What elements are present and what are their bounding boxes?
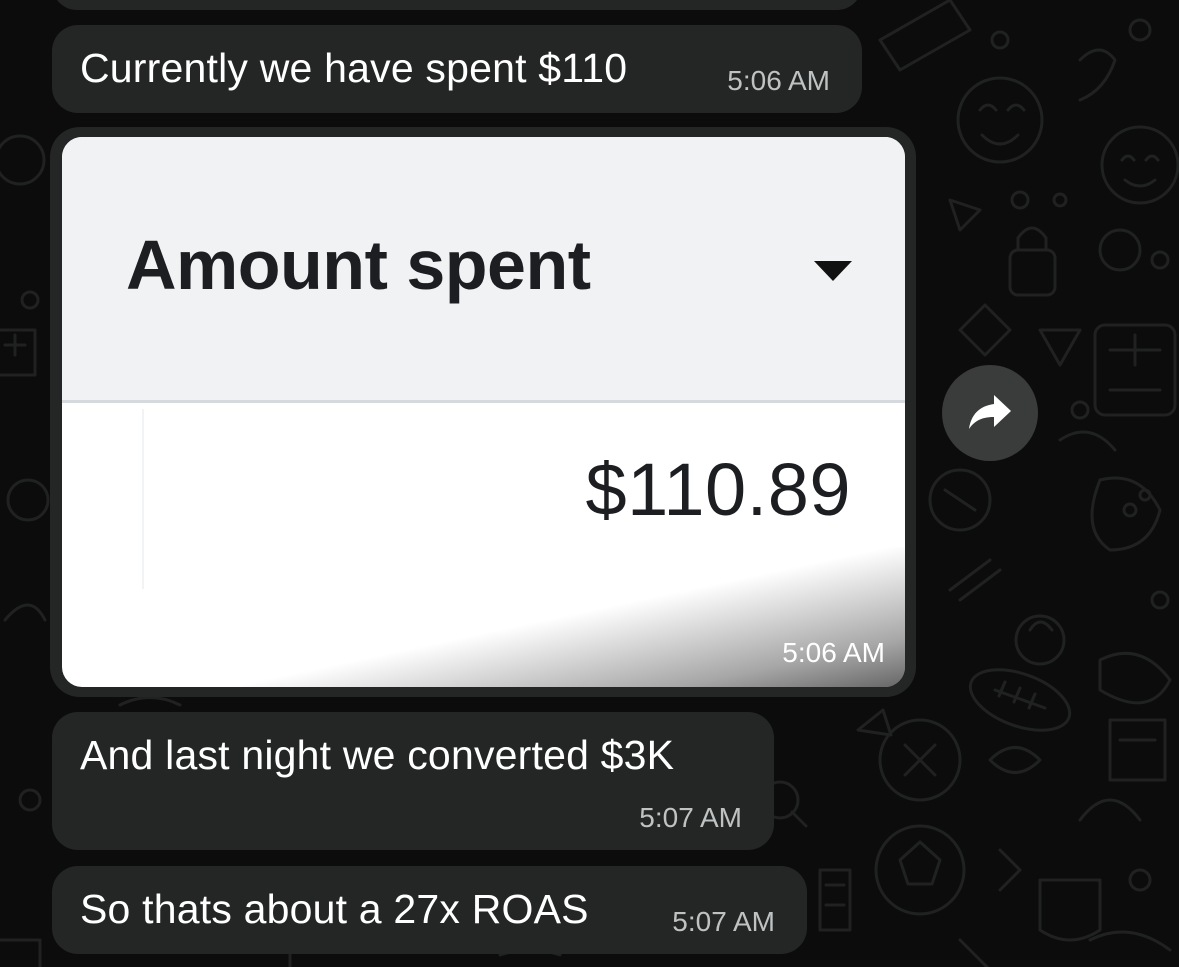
message-bubble[interactable]: So thats about a 27x ROAS 5:07 AM <box>52 866 807 954</box>
amount-spent-value: $110.89 <box>585 448 851 531</box>
forward-arrow-icon <box>969 395 1011 429</box>
message-text: So thats about a 27x ROAS <box>80 886 589 932</box>
message-text: And last night we converted $3K <box>80 732 675 778</box>
chat-view: Currently we have spent $110 5:06 AM Amo… <box>0 0 1179 967</box>
message-timestamp: 5:06 AM <box>727 65 830 96</box>
amount-spent-label: Amount spent <box>126 226 591 304</box>
message-text: Currently we have spent $110 <box>80 45 628 91</box>
message-timestamp: 5:06 AM <box>782 637 885 668</box>
message-timestamp: 5:07 AM <box>639 802 742 833</box>
previous-message-bubble[interactable] <box>52 0 862 10</box>
image-timestamp-shade <box>62 547 905 687</box>
forward-button[interactable] <box>942 365 1038 461</box>
image-message-bubble[interactable]: Amount spent $110.89 5:06 AM <box>50 127 916 697</box>
caret-down-icon <box>814 261 852 281</box>
image-column-header: Amount spent <box>62 137 905 403</box>
message-bubble[interactable]: Currently we have spent $110 5:06 AM <box>52 25 862 113</box>
message-bubble[interactable]: And last night we converted $3K 5:07 AM <box>52 712 774 850</box>
screenshot-image[interactable]: Amount spent $110.89 5:06 AM <box>62 137 905 687</box>
message-timestamp: 5:07 AM <box>672 906 775 937</box>
